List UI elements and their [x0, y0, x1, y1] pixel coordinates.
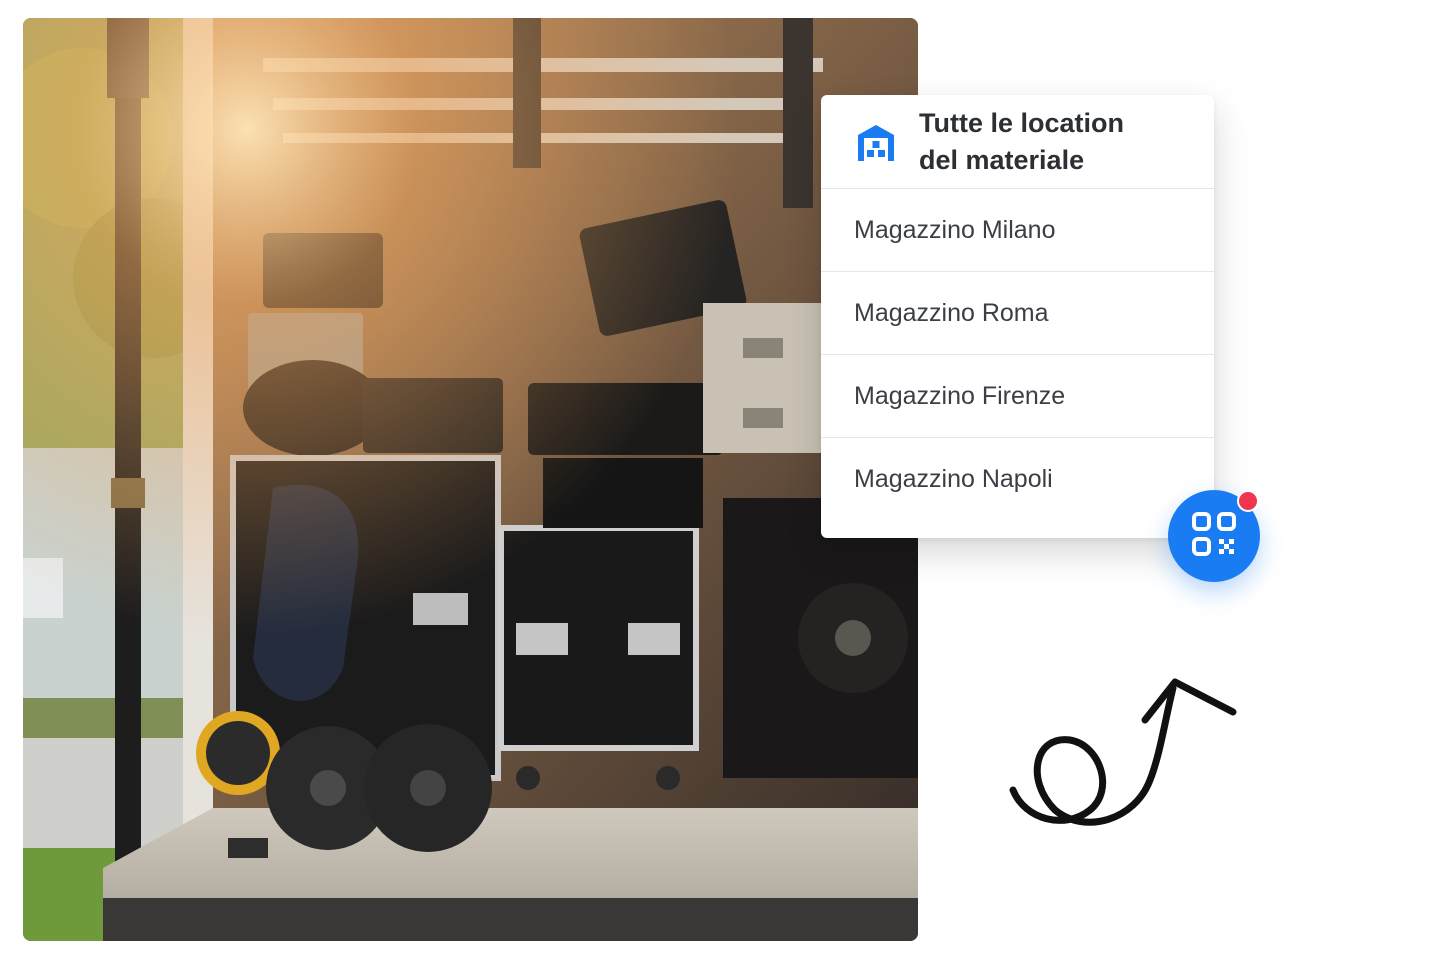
- truck-equipment-photo: [23, 18, 918, 941]
- location-list: Magazzino Milano Magazzino Roma Magazzin…: [821, 189, 1214, 521]
- scribble-arrow-icon: [995, 660, 1255, 850]
- locations-card: Tutte le location del materiale Magazzin…: [821, 95, 1214, 538]
- notification-dot: [1237, 490, 1259, 512]
- location-item-firenze[interactable]: Magazzino Firenze: [821, 355, 1214, 438]
- location-item-roma[interactable]: Magazzino Roma: [821, 272, 1214, 355]
- location-item-napoli[interactable]: Magazzino Napoli: [821, 438, 1214, 521]
- location-item-milano[interactable]: Magazzino Milano: [821, 189, 1214, 272]
- card-header: Tutte le location del materiale: [821, 95, 1214, 189]
- card-title: Tutte le location del materiale: [919, 107, 1125, 175]
- qr-code-icon: [1190, 510, 1238, 563]
- warehouse-icon: [855, 121, 897, 163]
